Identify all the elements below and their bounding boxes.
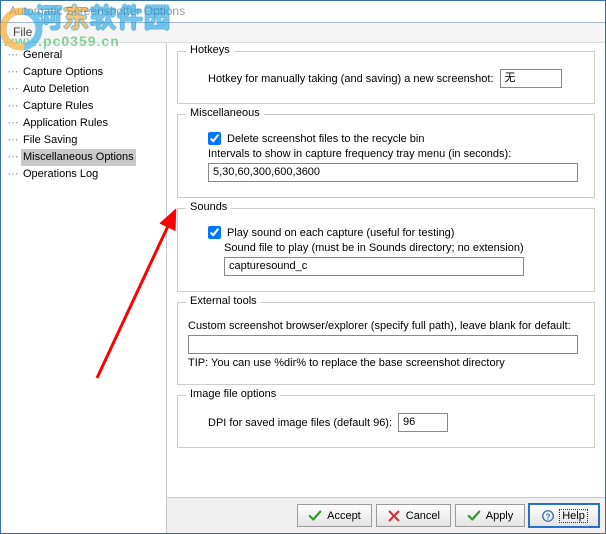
group-hotkeys: Hotkeys Hotkey for manually taking (and … (177, 51, 595, 104)
external-browser-input[interactable] (188, 335, 578, 354)
help-button[interactable]: ? Help (529, 504, 599, 527)
check-icon (467, 509, 481, 523)
group-miscellaneous: Miscellaneous Delete screenshot files to… (177, 114, 595, 198)
play-sound-label: Play sound on each capture (useful for t… (227, 227, 454, 239)
delete-recycle-checkbox[interactable] (208, 132, 221, 145)
delete-recycle-label: Delete screenshot files to the recycle b… (227, 133, 425, 145)
dpi-label: DPI for saved image files (default 96): (208, 417, 392, 429)
cross-icon (387, 509, 401, 523)
sound-file-input[interactable] (224, 257, 524, 276)
hotkey-label: Hotkey for manually taking (and saving) … (208, 73, 494, 85)
external-tip: TIP: You can use %dir% to replace the ba… (188, 357, 505, 369)
sidebar-nav: ⋯General ⋯Capture Options ⋯Auto Deletion… (1, 43, 167, 533)
sidebar-item-auto-deletion[interactable]: ⋯Auto Deletion (7, 81, 164, 98)
sidebar-item-operations-log[interactable]: ⋯Operations Log (7, 166, 164, 183)
menu-file[interactable]: File (7, 23, 38, 41)
group-image-legend: Image file options (186, 388, 280, 400)
group-hotkeys-legend: Hotkeys (186, 44, 234, 56)
svg-text:?: ? (546, 512, 551, 521)
content-panel: Hotkeys Hotkey for manually taking (and … (167, 43, 605, 533)
group-image-options: Image file options DPI for saved image f… (177, 395, 595, 448)
intervals-input[interactable] (208, 163, 578, 182)
group-sounds: Sounds Play sound on each capture (usefu… (177, 208, 595, 292)
sidebar-item-general[interactable]: ⋯General (7, 47, 164, 64)
cancel-button[interactable]: Cancel (376, 504, 451, 527)
sound-file-label: Sound file to play (must be in Sounds di… (224, 242, 524, 254)
intervals-label: Intervals to show in capture frequency t… (208, 148, 511, 160)
hotkey-input[interactable] (500, 69, 562, 88)
external-browser-label: Custom screenshot browser/explorer (spec… (188, 320, 571, 332)
help-icon: ? (541, 509, 555, 523)
sidebar-item-capture-rules[interactable]: ⋯Capture Rules (7, 98, 164, 115)
group-sounds-legend: Sounds (186, 201, 231, 213)
dpi-input[interactable] (398, 413, 448, 432)
sidebar-item-file-saving[interactable]: ⋯File Saving (7, 132, 164, 149)
apply-button[interactable]: Apply (455, 504, 525, 527)
group-external-tools: External tools Custom screenshot browser… (177, 302, 595, 385)
button-bar: Accept Cancel Apply ? Help (167, 497, 605, 533)
group-miscellaneous-legend: Miscellaneous (186, 107, 264, 119)
play-sound-checkbox[interactable] (208, 226, 221, 239)
menubar: File (1, 23, 605, 43)
accept-button[interactable]: Accept (297, 504, 372, 527)
window-title: Automatic Screenshotter Options (1, 1, 605, 23)
sidebar-item-miscellaneous-options[interactable]: ⋯Miscellaneous Options (7, 149, 164, 166)
group-external-legend: External tools (186, 295, 261, 307)
check-icon (308, 509, 322, 523)
sidebar-item-capture-options[interactable]: ⋯Capture Options (7, 64, 164, 81)
sidebar-item-application-rules[interactable]: ⋯Application Rules (7, 115, 164, 132)
